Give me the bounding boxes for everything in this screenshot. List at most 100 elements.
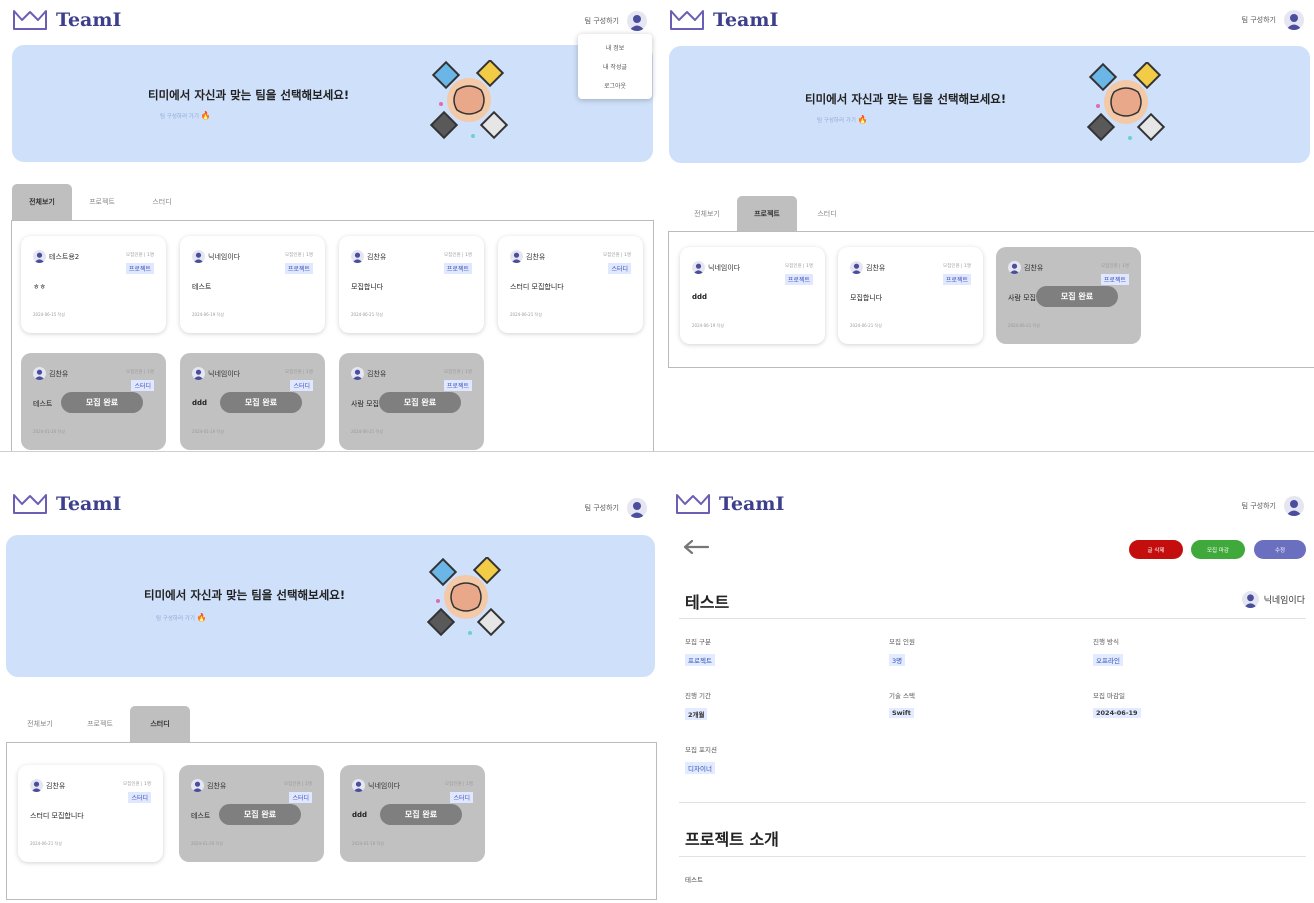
field-value: 디자이너 — [685, 762, 715, 774]
card-author: 닉네임이다 — [352, 779, 400, 792]
build-team-link[interactable]: 팀 구성하기 — [585, 16, 619, 26]
logo-text: TeamI — [713, 9, 779, 31]
card-date: 2024-06-21 작성 — [510, 312, 542, 317]
author-name: 김찬유 — [367, 369, 387, 378]
close-recruit-button[interactable]: 모집 마감 — [1191, 540, 1245, 559]
post-card[interactable]: 닉네임이다 모집인원 | 1명 프로젝트 ddd 2024-06-19 작성 — [680, 247, 825, 344]
logo-text: TeamI — [719, 493, 785, 515]
card-date: 2024-06-21 작성 — [850, 323, 882, 328]
type-badge: 프로젝트 — [942, 274, 971, 285]
post-card[interactable]: 테스트용2 모집인원 | 1명 프로젝트 ㅎㅎ 2024-06-15 작성 — [21, 236, 166, 333]
logo-icon — [670, 10, 704, 30]
card-title: ddd — [692, 293, 708, 301]
banner-build-team-button[interactable]: 팀 구성하러 가기 🔥 — [160, 111, 211, 120]
delete-post-button[interactable]: 글 삭제 — [1129, 540, 1183, 559]
user-avatar[interactable] — [1284, 10, 1304, 30]
post-card[interactable]: 닉네임이다 모집인원 | 1명 스터디 ddd 2024-01-19 작성 모집 완료 — [340, 765, 485, 862]
tab-all[interactable]: 전체보기 — [10, 706, 70, 742]
author-avatar — [1241, 591, 1259, 608]
card-title: 모집합니다 — [850, 294, 883, 302]
author-name: 김찬유 — [866, 263, 886, 272]
panel-project-view: TeamI 팀 구성하기 티미에서 자신과 맞는 팀을 선택해보세요! 팀 구성… — [657, 0, 1314, 451]
menu-logout[interactable]: 로그아웃 — [578, 76, 652, 95]
author-avatar — [352, 779, 365, 792]
card-title: 스터디 모집합니다 — [30, 812, 84, 820]
field-label: 모집 포지션 — [685, 746, 717, 754]
post-card[interactable]: 김찬유 모집인원 | 1명 스터디 스터디 모집합니다 2024-06-21 작성 — [498, 236, 643, 333]
category-tabs: 전체보기 프로젝트 스터디 — [10, 706, 190, 742]
card-date: 2024-01-20 작성 — [191, 841, 223, 846]
tab-project[interactable]: 프로젝트 — [70, 706, 130, 742]
field-label: 모집 인원 — [889, 638, 915, 646]
post-card[interactable]: 닉네임이다 모집인원 | 1명 스터디 ddd 2024-01-19 작성 모집 완료 — [180, 353, 325, 450]
back-arrow-icon[interactable] — [683, 540, 709, 554]
card-grid: 테스트용2 모집인원 | 1명 프로젝트 ㅎㅎ 2024-06-15 작성 닉네임이다 모집… — [11, 220, 654, 451]
card-date: 2024-06-15 작성 — [33, 312, 65, 317]
recruit-closed-badge: 모집 완료 — [380, 804, 462, 825]
recruit-count: 모집인원 | 1명 — [1101, 264, 1129, 269]
tab-project[interactable]: 프로젝트 — [737, 196, 797, 232]
logo-text: TeamI — [56, 9, 122, 31]
author-name: 김찬유 — [49, 369, 69, 378]
menu-my-info[interactable]: 내 정보 — [578, 38, 652, 57]
post-card[interactable]: 김찬유 모집인원 | 1명 스터디 스터디 모집합니다 2024-06-21 작성 — [18, 765, 163, 862]
post-card[interactable]: 김찬유 모집인원 | 1명 스터디 테스트 2024-01-20 작성 모집 완료 — [21, 353, 166, 450]
section-title: 프로젝트 소개 — [685, 830, 779, 849]
tab-study[interactable]: 스터디 — [797, 196, 857, 232]
recruit-count: 모집인원 | 1명 — [943, 264, 971, 269]
logo[interactable]: TeamI — [12, 8, 121, 32]
tab-study[interactable]: 스터디 — [130, 706, 190, 742]
recruit-count: 모집인원 | 1명 — [285, 370, 313, 375]
card-author: 김찬유 — [351, 250, 386, 263]
post-card[interactable]: 김찬유 모집인원 | 1명 프로젝트 사람 모집 2024-06-21 작성 모집 완료 — [339, 353, 484, 450]
recruit-count: 모집인원 | 1명 — [126, 253, 154, 258]
card-date: 2024-01-19 작성 — [192, 429, 224, 434]
post-card[interactable]: 김찬유 모집인원 | 1명 프로젝트 사람 모집 2024-06-21 작성 모집 완료 — [996, 247, 1141, 344]
author-avatar — [692, 261, 705, 274]
tab-all[interactable]: 전체보기 — [677, 196, 737, 232]
tab-all[interactable]: 전체보기 — [12, 184, 72, 220]
post-card[interactable]: 김찬유 모집인원 | 1명 스터디 테스트 2024-01-20 작성 모집 완료 — [179, 765, 324, 862]
hero-banner: 티미에서 자신과 맞는 팀을 선택해보세요! 팀 구성하러 가기 🔥 — [6, 535, 655, 677]
tab-study[interactable]: 스터디 — [132, 184, 192, 220]
post-card[interactable]: 김찬유 모집인원 | 1명 프로젝트 모집합니다 2024-06-21 작성 — [339, 236, 484, 333]
panel-post-detail: TeamI 팀 구성하기 글 삭제 모집 마감 수정 테스트 닉네임이다 모집 … — [657, 452, 1314, 903]
banner-build-team-button[interactable]: 팀 구성하러 가기 🔥 — [817, 115, 868, 124]
build-team-link[interactable]: 팀 구성하기 — [585, 503, 619, 513]
recruit-closed-badge: 모집 완료 — [1036, 286, 1118, 307]
post-card[interactable]: 닉네임이다 모집인원 | 1명 프로젝트 테스트 2024-06-19 작성 — [180, 236, 325, 333]
card-author: 김찬유 — [1008, 261, 1043, 274]
logo-text: TeamI — [56, 493, 122, 515]
field-label: 모집 마감일 — [1093, 692, 1125, 700]
user-avatar[interactable] — [627, 11, 647, 31]
user-avatar[interactable] — [627, 498, 647, 518]
author-name: 닉네임이다 — [208, 252, 241, 261]
flame-icon: 🔥 — [200, 111, 211, 120]
category-tabs: 전체보기 프로젝트 스터디 — [677, 196, 857, 232]
build-team-link[interactable]: 팀 구성하기 — [1242, 501, 1276, 511]
post-author[interactable]: 닉네임이다 — [1241, 591, 1305, 608]
field-value: Swift — [889, 708, 914, 718]
recruit-count: 모집인원 | 1명 — [123, 782, 151, 787]
menu-my-posts[interactable]: 내 작성글 — [578, 57, 652, 76]
recruit-closed-badge: 모집 완료 — [379, 392, 461, 413]
panel-all-view: TeamI 팀 구성하기 내 정보 내 작성글 로그아웃 티미에서 자신과 맞는… — [0, 0, 657, 451]
card-author: 김찬유 — [351, 367, 386, 380]
post-card[interactable]: 김찬유 모집인원 | 1명프로젝트모집합니다 2024-06-21 작성 — [838, 247, 983, 344]
type-badge: 스터디 — [128, 792, 151, 803]
post-title: 테스트 — [685, 593, 730, 612]
user-avatar[interactable] — [1284, 496, 1304, 516]
author-name: 김찬유 — [526, 252, 546, 261]
recruit-count: 모집인원 | 1명 — [444, 370, 472, 375]
logo[interactable]: TeamI — [12, 492, 121, 516]
author-name: 닉네임이다 — [208, 369, 241, 378]
edit-post-button[interactable]: 수정 — [1254, 540, 1306, 559]
recruit-count: 모집인원 | 1명 — [785, 264, 813, 269]
build-team-link[interactable]: 팀 구성하기 — [1242, 15, 1276, 25]
logo[interactable]: TeamI — [675, 492, 784, 516]
banner-build-team-button[interactable]: 팀 구성하러 가기 🔥 — [156, 613, 207, 622]
recruit-count: 모집인원 | 1명 — [285, 253, 313, 258]
card-date: 2024-06-19 작성 — [692, 323, 724, 328]
tab-project[interactable]: 프로젝트 — [72, 184, 132, 220]
logo[interactable]: TeamI — [669, 8, 778, 32]
